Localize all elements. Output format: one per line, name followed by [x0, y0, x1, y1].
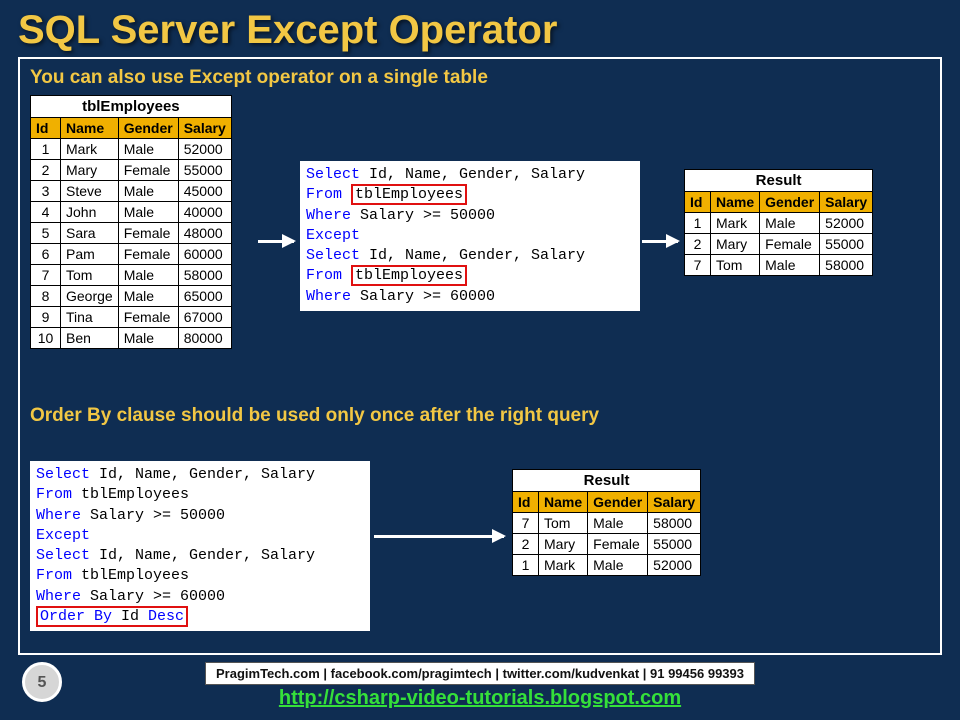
- sql-code-1: Select Id, Name, Gender, Salary From tbl…: [300, 161, 640, 311]
- table-row: 8 George Male 65000: [31, 286, 232, 307]
- footer: PragimTech.com | facebook.com/pragimtech…: [0, 662, 960, 710]
- result2-body: 7 Tom Male 58000 2 Mary Female 55000 1 M…: [513, 513, 701, 576]
- result2-caption: Result: [513, 470, 701, 492]
- table-row: 10 Ben Male 80000: [31, 328, 232, 349]
- result2-table: Result Id Name Gender Salary 7 Tom Male …: [512, 469, 701, 576]
- subtitle-2: Order By clause should be used only once…: [30, 405, 930, 427]
- section-1: tblEmployees Id Name Gender Salary 1 Mar…: [30, 95, 930, 405]
- table-row: 2 Mary Female 55000: [31, 160, 232, 181]
- table-row: 2 Mary Female 55000: [685, 234, 873, 255]
- table-row: 4 John Male 40000: [31, 202, 232, 223]
- employees-table: tblEmployees Id Name Gender Salary 1 Mar…: [30, 95, 232, 349]
- arrow-icon: [642, 240, 678, 243]
- table-row: 1 Mark Male 52000: [513, 555, 701, 576]
- table-row: 9 Tina Female 67000: [31, 307, 232, 328]
- arrow-icon: [374, 535, 504, 538]
- page-title: SQL Server Except Operator: [0, 0, 960, 57]
- subtitle-1: You can also use Except operator on a si…: [30, 67, 930, 89]
- content-box: You can also use Except operator on a si…: [18, 57, 942, 655]
- result1-caption: Result: [685, 170, 873, 192]
- table-row: 7 Tom Male 58000: [513, 513, 701, 534]
- col-id: Id: [31, 118, 61, 139]
- footer-link[interactable]: http://csharp-video-tutorials.blogspot.c…: [0, 687, 960, 710]
- table-row: 1 Mark Male 52000: [31, 139, 232, 160]
- col-name: Name: [61, 118, 119, 139]
- table-row: 1 Mark Male 52000: [685, 213, 873, 234]
- table-row: 6 Pam Female 60000: [31, 244, 232, 265]
- arrow-icon: [258, 240, 294, 243]
- result1-table: Result Id Name Gender Salary 1 Mark Male…: [684, 169, 873, 276]
- col-salary: Salary: [178, 118, 231, 139]
- sql-code-2: Select Id, Name, Gender, Salary From tbl…: [30, 461, 370, 631]
- footer-info: PragimTech.com | facebook.com/pragimtech…: [205, 662, 755, 685]
- table-row: 7 Tom Male 58000: [31, 265, 232, 286]
- table-row: 7 Tom Male 58000: [685, 255, 873, 276]
- employees-body: 1 Mark Male 52000 2 Mary Female 55000 3 …: [31, 139, 232, 349]
- table-row: 2 Mary Female 55000: [513, 534, 701, 555]
- employees-caption: tblEmployees: [31, 96, 232, 118]
- col-gender: Gender: [118, 118, 178, 139]
- table-row: 3 Steve Male 45000: [31, 181, 232, 202]
- table-row: 5 Sara Female 48000: [31, 223, 232, 244]
- result1-body: 1 Mark Male 52000 2 Mary Female 55000 7 …: [685, 213, 873, 276]
